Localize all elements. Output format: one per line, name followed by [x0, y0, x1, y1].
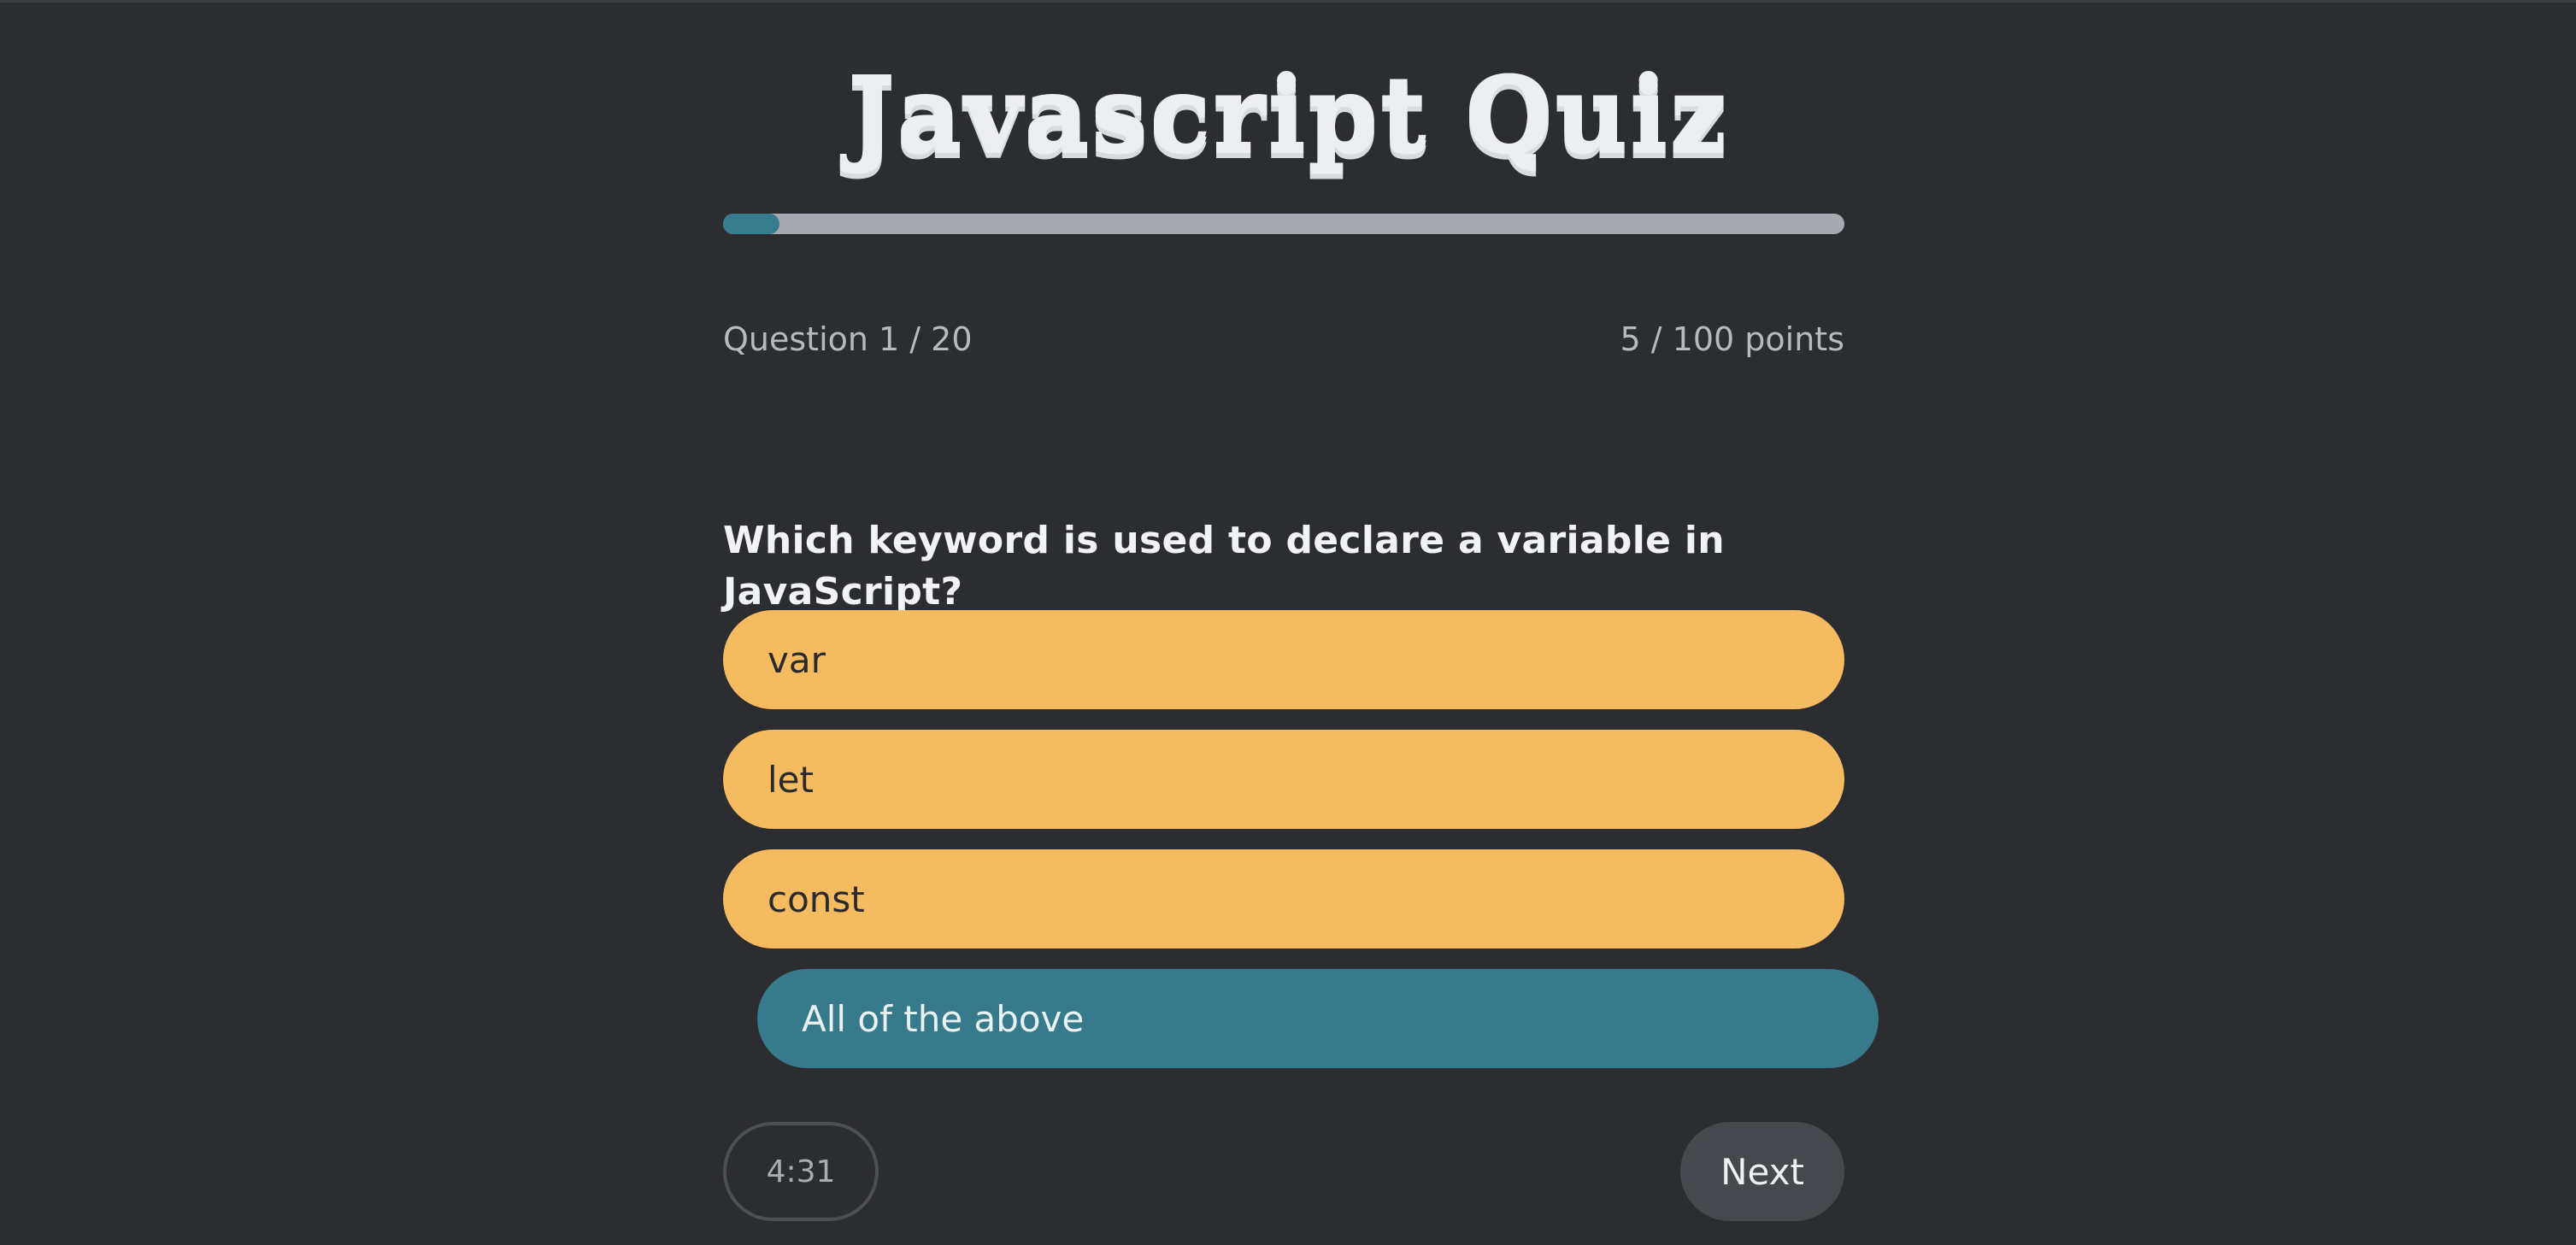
answer-option-all-of-the-above[interactable]: All of the above: [757, 969, 1879, 1068]
quiz-title: Javascript Quiz: [847, 53, 1729, 172]
answer-option-label: All of the above: [802, 997, 1085, 1040]
answer-option-var[interactable]: var: [723, 610, 1844, 709]
question-counter: Question 1 / 20: [723, 320, 973, 358]
answer-option-const[interactable]: const: [723, 849, 1844, 948]
progress-fill: [723, 214, 779, 234]
timer: 4:31: [723, 1122, 879, 1221]
answer-option-label: var: [768, 638, 826, 681]
next-button[interactable]: Next: [1680, 1122, 1844, 1221]
points-display: 5 / 100 points: [1620, 320, 1844, 358]
question-text: Which keyword is used to declare a varia…: [723, 519, 1725, 614]
quiz-app: Javascript Quiz Question 1 / 20 5 / 100 …: [0, 3, 2576, 1245]
answer-option-label: const: [768, 878, 865, 920]
progress-bar: [723, 214, 1844, 234]
answer-option-let[interactable]: let: [723, 730, 1844, 829]
answer-option-label: let: [768, 758, 814, 801]
